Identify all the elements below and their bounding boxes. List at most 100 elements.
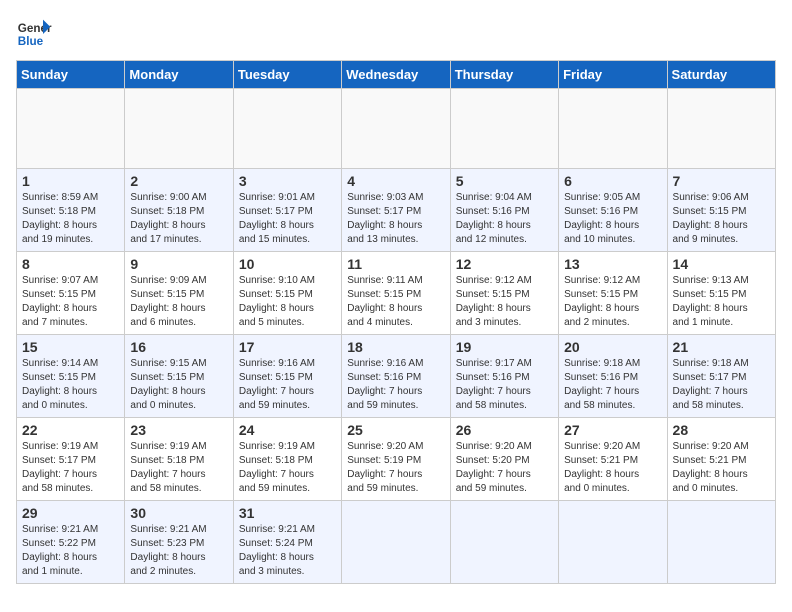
day-info: Sunrise: 9:00 AM Sunset: 5:18 PM Dayligh…: [130, 191, 227, 247]
day-cell: 2 Sunrise: 9:00 AM Sunset: 5:18 PM Daylig…: [125, 169, 233, 252]
day-cell: 23 Sunrise: 9:19 AM Sunset: 5:18 PM Dayli…: [125, 418, 233, 501]
day-cell: 16 Sunrise: 9:15 AM Sunset: 5:15 PM Dayli…: [125, 335, 233, 418]
day-info: Sunrise: 9:07 AM Sunset: 5:15 PM Dayligh…: [22, 274, 119, 330]
day-number: 28: [673, 422, 770, 438]
day-cell: [450, 501, 558, 584]
day-cell: [667, 89, 775, 169]
day-info: Sunrise: 9:16 AM Sunset: 5:16 PM Dayligh…: [347, 357, 444, 413]
day-number: 10: [239, 256, 336, 272]
week-row-4: 22Sunrise: 9:19 AM Sunset: 5:17 PM Dayli…: [17, 418, 776, 501]
day-number: 31: [239, 505, 336, 521]
day-cell: 15 Sunrise: 9:14 AM Sunset: 5:15 PM Dayli…: [17, 335, 125, 418]
day-info: Sunrise: 9:05 AM Sunset: 5:16 PM Dayligh…: [564, 191, 661, 247]
day-info: Sunrise: 9:20 AM Sunset: 5:21 PM Dayligh…: [673, 440, 770, 496]
col-header-thursday: Thursday: [450, 61, 558, 89]
day-number: 20: [564, 339, 661, 355]
calendar-table: SundayMondayTuesdayWednesdayThursdayFrid…: [16, 60, 776, 584]
day-number: 17: [239, 339, 336, 355]
day-cell: 5Sunrise: 9:04 AM Sunset: 5:16 PM Daylig…: [450, 169, 558, 252]
day-cell: 30 Sunrise: 9:21 AM Sunset: 5:23 PM Dayli…: [125, 501, 233, 584]
page-header: GeneralBlue: [16, 16, 776, 52]
day-info: Sunrise: 9:21 AM Sunset: 5:24 PM Dayligh…: [239, 523, 336, 579]
day-cell: 17 Sunrise: 9:16 AM Sunset: 5:15 PM Dayli…: [233, 335, 341, 418]
day-cell: [450, 89, 558, 169]
day-number: 12: [456, 256, 553, 272]
day-number: 26: [456, 422, 553, 438]
column-headers: SundayMondayTuesdayWednesdayThursdayFrid…: [17, 61, 776, 89]
day-cell: 6 Sunrise: 9:05 AM Sunset: 5:16 PM Daylig…: [559, 169, 667, 252]
day-number: 9: [130, 256, 227, 272]
day-info: Sunrise: 9:14 AM Sunset: 5:15 PM Dayligh…: [22, 357, 119, 413]
day-cell: 31 Sunrise: 9:21 AM Sunset: 5:24 PM Dayli…: [233, 501, 341, 584]
day-number: 23: [130, 422, 227, 438]
col-header-friday: Friday: [559, 61, 667, 89]
day-number: 22: [22, 422, 119, 438]
day-info: Sunrise: 9:03 AM Sunset: 5:17 PM Dayligh…: [347, 191, 444, 247]
day-info: Sunrise: 9:12 AM Sunset: 5:15 PM Dayligh…: [456, 274, 553, 330]
day-number: 30: [130, 505, 227, 521]
day-number: 19: [456, 339, 553, 355]
day-cell: 11 Sunrise: 9:11 AM Sunset: 5:15 PM Dayli…: [342, 252, 450, 335]
day-info: Sunrise: 9:11 AM Sunset: 5:15 PM Dayligh…: [347, 274, 444, 330]
day-number: 13: [564, 256, 661, 272]
col-header-wednesday: Wednesday: [342, 61, 450, 89]
day-number: 11: [347, 256, 444, 272]
day-number: 18: [347, 339, 444, 355]
day-cell: 20 Sunrise: 9:18 AM Sunset: 5:16 PM Dayli…: [559, 335, 667, 418]
day-info: Sunrise: 9:18 AM Sunset: 5:16 PM Dayligh…: [564, 357, 661, 413]
svg-text:Blue: Blue: [18, 35, 44, 48]
day-cell: 27 Sunrise: 9:20 AM Sunset: 5:21 PM Dayli…: [559, 418, 667, 501]
day-cell: 9Sunrise: 9:09 AM Sunset: 5:15 PM Daylig…: [125, 252, 233, 335]
day-info: Sunrise: 9:20 AM Sunset: 5:21 PM Dayligh…: [564, 440, 661, 496]
day-info: Sunrise: 9:19 AM Sunset: 5:18 PM Dayligh…: [130, 440, 227, 496]
day-info: Sunrise: 9:10 AM Sunset: 5:15 PM Dayligh…: [239, 274, 336, 330]
day-info: Sunrise: 9:12 AM Sunset: 5:15 PM Dayligh…: [564, 274, 661, 330]
day-cell: 22Sunrise: 9:19 AM Sunset: 5:17 PM Dayli…: [17, 418, 125, 501]
day-number: 25: [347, 422, 444, 438]
logo: GeneralBlue: [16, 16, 52, 52]
day-number: 2: [130, 173, 227, 189]
day-cell: [125, 89, 233, 169]
day-info: Sunrise: 9:21 AM Sunset: 5:22 PM Dayligh…: [22, 523, 119, 579]
day-number: 3: [239, 173, 336, 189]
day-number: 15: [22, 339, 119, 355]
day-number: 27: [564, 422, 661, 438]
day-number: 21: [673, 339, 770, 355]
day-number: 29: [22, 505, 119, 521]
day-info: Sunrise: 9:15 AM Sunset: 5:15 PM Dayligh…: [130, 357, 227, 413]
day-info: Sunrise: 9:16 AM Sunset: 5:15 PM Dayligh…: [239, 357, 336, 413]
day-number: 14: [673, 256, 770, 272]
logo-icon: GeneralBlue: [16, 16, 52, 52]
day-cell: [667, 501, 775, 584]
day-info: Sunrise: 9:18 AM Sunset: 5:17 PM Dayligh…: [673, 357, 770, 413]
day-cell: 26 Sunrise: 9:20 AM Sunset: 5:20 PM Dayli…: [450, 418, 558, 501]
day-info: Sunrise: 9:13 AM Sunset: 5:15 PM Dayligh…: [673, 274, 770, 330]
day-number: 16: [130, 339, 227, 355]
day-number: 4: [347, 173, 444, 189]
day-info: Sunrise: 9:01 AM Sunset: 5:17 PM Dayligh…: [239, 191, 336, 247]
day-number: 1: [22, 173, 119, 189]
day-number: 24: [239, 422, 336, 438]
day-cell: 4 Sunrise: 9:03 AM Sunset: 5:17 PM Daylig…: [342, 169, 450, 252]
week-row-1: 1 Sunrise: 8:59 AM Sunset: 5:18 PM Daylig…: [17, 169, 776, 252]
day-cell: 18 Sunrise: 9:16 AM Sunset: 5:16 PM Dayli…: [342, 335, 450, 418]
day-info: Sunrise: 9:19 AM Sunset: 5:18 PM Dayligh…: [239, 440, 336, 496]
day-info: Sunrise: 9:21 AM Sunset: 5:23 PM Dayligh…: [130, 523, 227, 579]
col-header-tuesday: Tuesday: [233, 61, 341, 89]
week-row-3: 15 Sunrise: 9:14 AM Sunset: 5:15 PM Dayli…: [17, 335, 776, 418]
day-cell: [342, 501, 450, 584]
day-number: 8: [22, 256, 119, 272]
day-cell: 1 Sunrise: 8:59 AM Sunset: 5:18 PM Daylig…: [17, 169, 125, 252]
day-number: 7: [673, 173, 770, 189]
day-info: Sunrise: 8:59 AM Sunset: 5:18 PM Dayligh…: [22, 191, 119, 247]
week-row-5: 29 Sunrise: 9:21 AM Sunset: 5:22 PM Dayli…: [17, 501, 776, 584]
day-cell: 7Sunrise: 9:06 AM Sunset: 5:15 PM Daylig…: [667, 169, 775, 252]
day-cell: 28 Sunrise: 9:20 AM Sunset: 5:21 PM Dayli…: [667, 418, 775, 501]
day-number: 6: [564, 173, 661, 189]
day-cell: 29 Sunrise: 9:21 AM Sunset: 5:22 PM Dayli…: [17, 501, 125, 584]
day-info: Sunrise: 9:17 AM Sunset: 5:16 PM Dayligh…: [456, 357, 553, 413]
day-cell: 24 Sunrise: 9:19 AM Sunset: 5:18 PM Dayli…: [233, 418, 341, 501]
day-cell: 25Sunrise: 9:20 AM Sunset: 5:19 PM Dayli…: [342, 418, 450, 501]
day-info: Sunrise: 9:20 AM Sunset: 5:20 PM Dayligh…: [456, 440, 553, 496]
day-cell: 3 Sunrise: 9:01 AM Sunset: 5:17 PM Daylig…: [233, 169, 341, 252]
